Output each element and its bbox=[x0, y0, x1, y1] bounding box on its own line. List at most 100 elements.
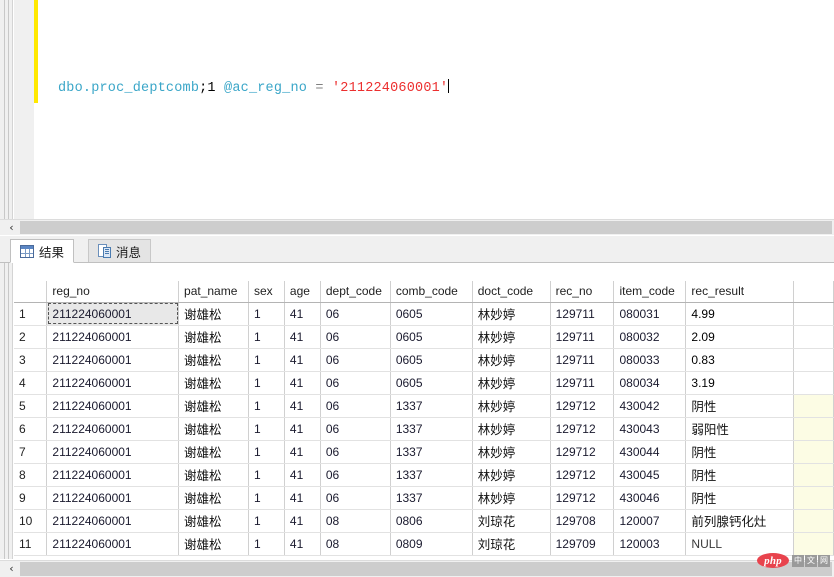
cell-dept_code[interactable]: 08 bbox=[320, 509, 391, 533]
cell-rec_no[interactable]: 129712 bbox=[550, 486, 615, 510]
cell-age[interactable]: 41 bbox=[284, 509, 321, 533]
cell-age[interactable]: 41 bbox=[284, 348, 321, 372]
cell-reg_no[interactable]: 211224060001 bbox=[46, 394, 180, 418]
cell-extra[interactable] bbox=[793, 463, 834, 487]
cell-dept_code[interactable]: 06 bbox=[320, 348, 391, 372]
cell-rec_result[interactable]: 阴性 bbox=[685, 463, 795, 487]
cell-comb_code[interactable]: 1337 bbox=[390, 463, 473, 487]
cell-dept_code[interactable]: 06 bbox=[320, 440, 391, 464]
cell-age[interactable]: 41 bbox=[284, 417, 321, 441]
grid-scroll-left-arrow-icon[interactable]: ‹ bbox=[3, 561, 20, 576]
cell-comb_code[interactable]: 0605 bbox=[390, 302, 473, 326]
cell-extra[interactable] bbox=[793, 509, 834, 533]
cell-reg_no[interactable]: 211224060001 bbox=[46, 417, 180, 441]
cell-sex[interactable]: 1 bbox=[248, 325, 285, 349]
cell-extra[interactable] bbox=[793, 486, 834, 510]
cell-rec_result[interactable]: 阴性 bbox=[685, 440, 795, 464]
cell-age[interactable]: 41 bbox=[284, 532, 321, 556]
column-header-doct_code[interactable]: doct_code bbox=[472, 281, 551, 303]
cell-rec_no[interactable]: 129712 bbox=[550, 463, 615, 487]
cell-sex[interactable]: 1 bbox=[248, 417, 285, 441]
table-row[interactable]: 10 211224060001 谢雄松 1 41 08 0806 刘琼花 129708 12000… bbox=[14, 509, 834, 533]
cell-comb_code[interactable]: 0605 bbox=[390, 325, 473, 349]
cell-rec_result[interactable]: 4.99 bbox=[685, 302, 795, 326]
cell-dept_code[interactable]: 06 bbox=[320, 302, 391, 326]
cell-rec_no[interactable]: 129712 bbox=[550, 394, 615, 418]
cell-doct_code[interactable]: 林妙婷 bbox=[472, 302, 551, 326]
cell-extra[interactable] bbox=[793, 325, 834, 349]
cell-extra[interactable] bbox=[793, 394, 834, 418]
cell-doct_code[interactable]: 林妙婷 bbox=[472, 417, 551, 441]
table-row[interactable]: 7 211224060001 谢雄松 1 41 06 1337 林妙婷 129712 430044… bbox=[14, 440, 834, 464]
cell-comb_code[interactable]: 0605 bbox=[390, 371, 473, 395]
cell-dept_code[interactable]: 06 bbox=[320, 417, 391, 441]
cell-rec_result[interactable]: 阴性 bbox=[685, 394, 795, 418]
cell-rec_result[interactable]: 弱阳性 bbox=[685, 417, 795, 441]
cell-rec_result[interactable]: 阴性 bbox=[685, 486, 795, 510]
cell-dept_code[interactable]: 06 bbox=[320, 371, 391, 395]
cell-sex[interactable]: 1 bbox=[248, 302, 285, 326]
cell-comb_code[interactable]: 0806 bbox=[390, 509, 473, 533]
cell-item_code[interactable]: 120003 bbox=[613, 532, 687, 556]
cell-rec_result[interactable]: 前列腺钙化灶 bbox=[685, 509, 795, 533]
cell-comb_code[interactable]: 0605 bbox=[390, 348, 473, 372]
column-header-pat_name[interactable]: pat_name bbox=[178, 281, 249, 303]
cell-doct_code[interactable]: 林妙婷 bbox=[472, 325, 551, 349]
cell-item_code[interactable]: 430043 bbox=[613, 417, 687, 441]
table-row[interactable]: 4 211224060001 谢雄松 1 41 06 0605 林妙婷 129711 080034… bbox=[14, 371, 834, 395]
cell-age[interactable]: 41 bbox=[284, 302, 321, 326]
sql-query-line[interactable]: dbo.proc_deptcomb;1 @ac_reg_no = '211224… bbox=[58, 79, 450, 97]
cell-pat_name[interactable]: 谢雄松 bbox=[178, 417, 249, 441]
grid-scrollbar-thumb[interactable] bbox=[20, 562, 832, 576]
cell-pat_name[interactable]: 谢雄松 bbox=[178, 509, 249, 533]
cell-pat_name[interactable]: 谢雄松 bbox=[178, 486, 249, 510]
cell-sex[interactable]: 1 bbox=[248, 463, 285, 487]
cell-sex[interactable]: 1 bbox=[248, 509, 285, 533]
table-row[interactable]: 6 211224060001 谢雄松 1 41 06 1337 林妙婷 129712 430043… bbox=[14, 417, 834, 441]
cell-rownum[interactable]: 11 bbox=[14, 532, 48, 556]
cell-rownum[interactable]: 7 bbox=[14, 440, 48, 464]
cell-age[interactable]: 41 bbox=[284, 486, 321, 510]
cell-rec_no[interactable]: 129711 bbox=[550, 371, 615, 395]
cell-reg_no[interactable]: 211224060001 bbox=[46, 348, 180, 372]
cell-rownum[interactable]: 6 bbox=[14, 417, 48, 441]
cell-extra[interactable] bbox=[793, 302, 834, 326]
cell-rec_result[interactable]: 0.83 bbox=[685, 348, 795, 372]
cell-reg_no[interactable]: 211224060001 bbox=[46, 325, 180, 349]
cell-rownum[interactable]: 4 bbox=[14, 371, 48, 395]
cell-rec_result[interactable]: NULL bbox=[685, 532, 795, 556]
cell-reg_no[interactable]: 211224060001 bbox=[46, 440, 180, 464]
cell-rownum[interactable]: 1 bbox=[14, 302, 48, 326]
cell-sex[interactable]: 1 bbox=[248, 440, 285, 464]
cell-dept_code[interactable]: 08 bbox=[320, 532, 391, 556]
cell-sex[interactable]: 1 bbox=[248, 371, 285, 395]
cell-extra[interactable] bbox=[793, 348, 834, 372]
cell-age[interactable]: 41 bbox=[284, 325, 321, 349]
cell-sex[interactable]: 1 bbox=[248, 394, 285, 418]
cell-rec_no[interactable]: 129712 bbox=[550, 440, 615, 464]
table-row[interactable]: 9 211224060001 谢雄松 1 41 06 1337 林妙婷 129712 430046… bbox=[14, 486, 834, 510]
cell-item_code[interactable]: 430044 bbox=[613, 440, 687, 464]
cell-rec_no[interactable]: 129712 bbox=[550, 417, 615, 441]
column-header-rownum[interactable] bbox=[14, 281, 48, 303]
cell-rec_result[interactable]: 2.09 bbox=[685, 325, 795, 349]
cell-item_code[interactable]: 430042 bbox=[613, 394, 687, 418]
cell-dept_code[interactable]: 06 bbox=[320, 463, 391, 487]
cell-pat_name[interactable]: 谢雄松 bbox=[178, 325, 249, 349]
cell-rownum[interactable]: 3 bbox=[14, 348, 48, 372]
table-row[interactable]: 3 211224060001 谢雄松 1 41 06 0605 林妙婷 129711 080033… bbox=[14, 348, 834, 372]
column-header-item_code[interactable]: item_code bbox=[613, 281, 687, 303]
tab-messages[interactable]: 消息 bbox=[88, 239, 152, 263]
cell-doct_code[interactable]: 刘琼花 bbox=[472, 532, 551, 556]
column-header-sex[interactable]: sex bbox=[248, 281, 285, 303]
cell-sex[interactable]: 1 bbox=[248, 486, 285, 510]
cell-item_code[interactable]: 080032 bbox=[613, 325, 687, 349]
cell-sex[interactable]: 1 bbox=[248, 532, 285, 556]
cell-item_code[interactable]: 080031 bbox=[613, 302, 687, 326]
cell-age[interactable]: 41 bbox=[284, 371, 321, 395]
cell-rownum[interactable]: 2 bbox=[14, 325, 48, 349]
cell-reg_no[interactable]: 211224060001 bbox=[46, 463, 180, 487]
editor-text-surface[interactable]: dbo.proc_deptcomb;1 @ac_reg_no = '211224… bbox=[38, 0, 834, 219]
table-row[interactable]: 8 211224060001 谢雄松 1 41 06 1337 林妙婷 129712 430045… bbox=[14, 463, 834, 487]
editor-horizontal-scrollbar[interactable]: ‹ bbox=[0, 219, 834, 235]
